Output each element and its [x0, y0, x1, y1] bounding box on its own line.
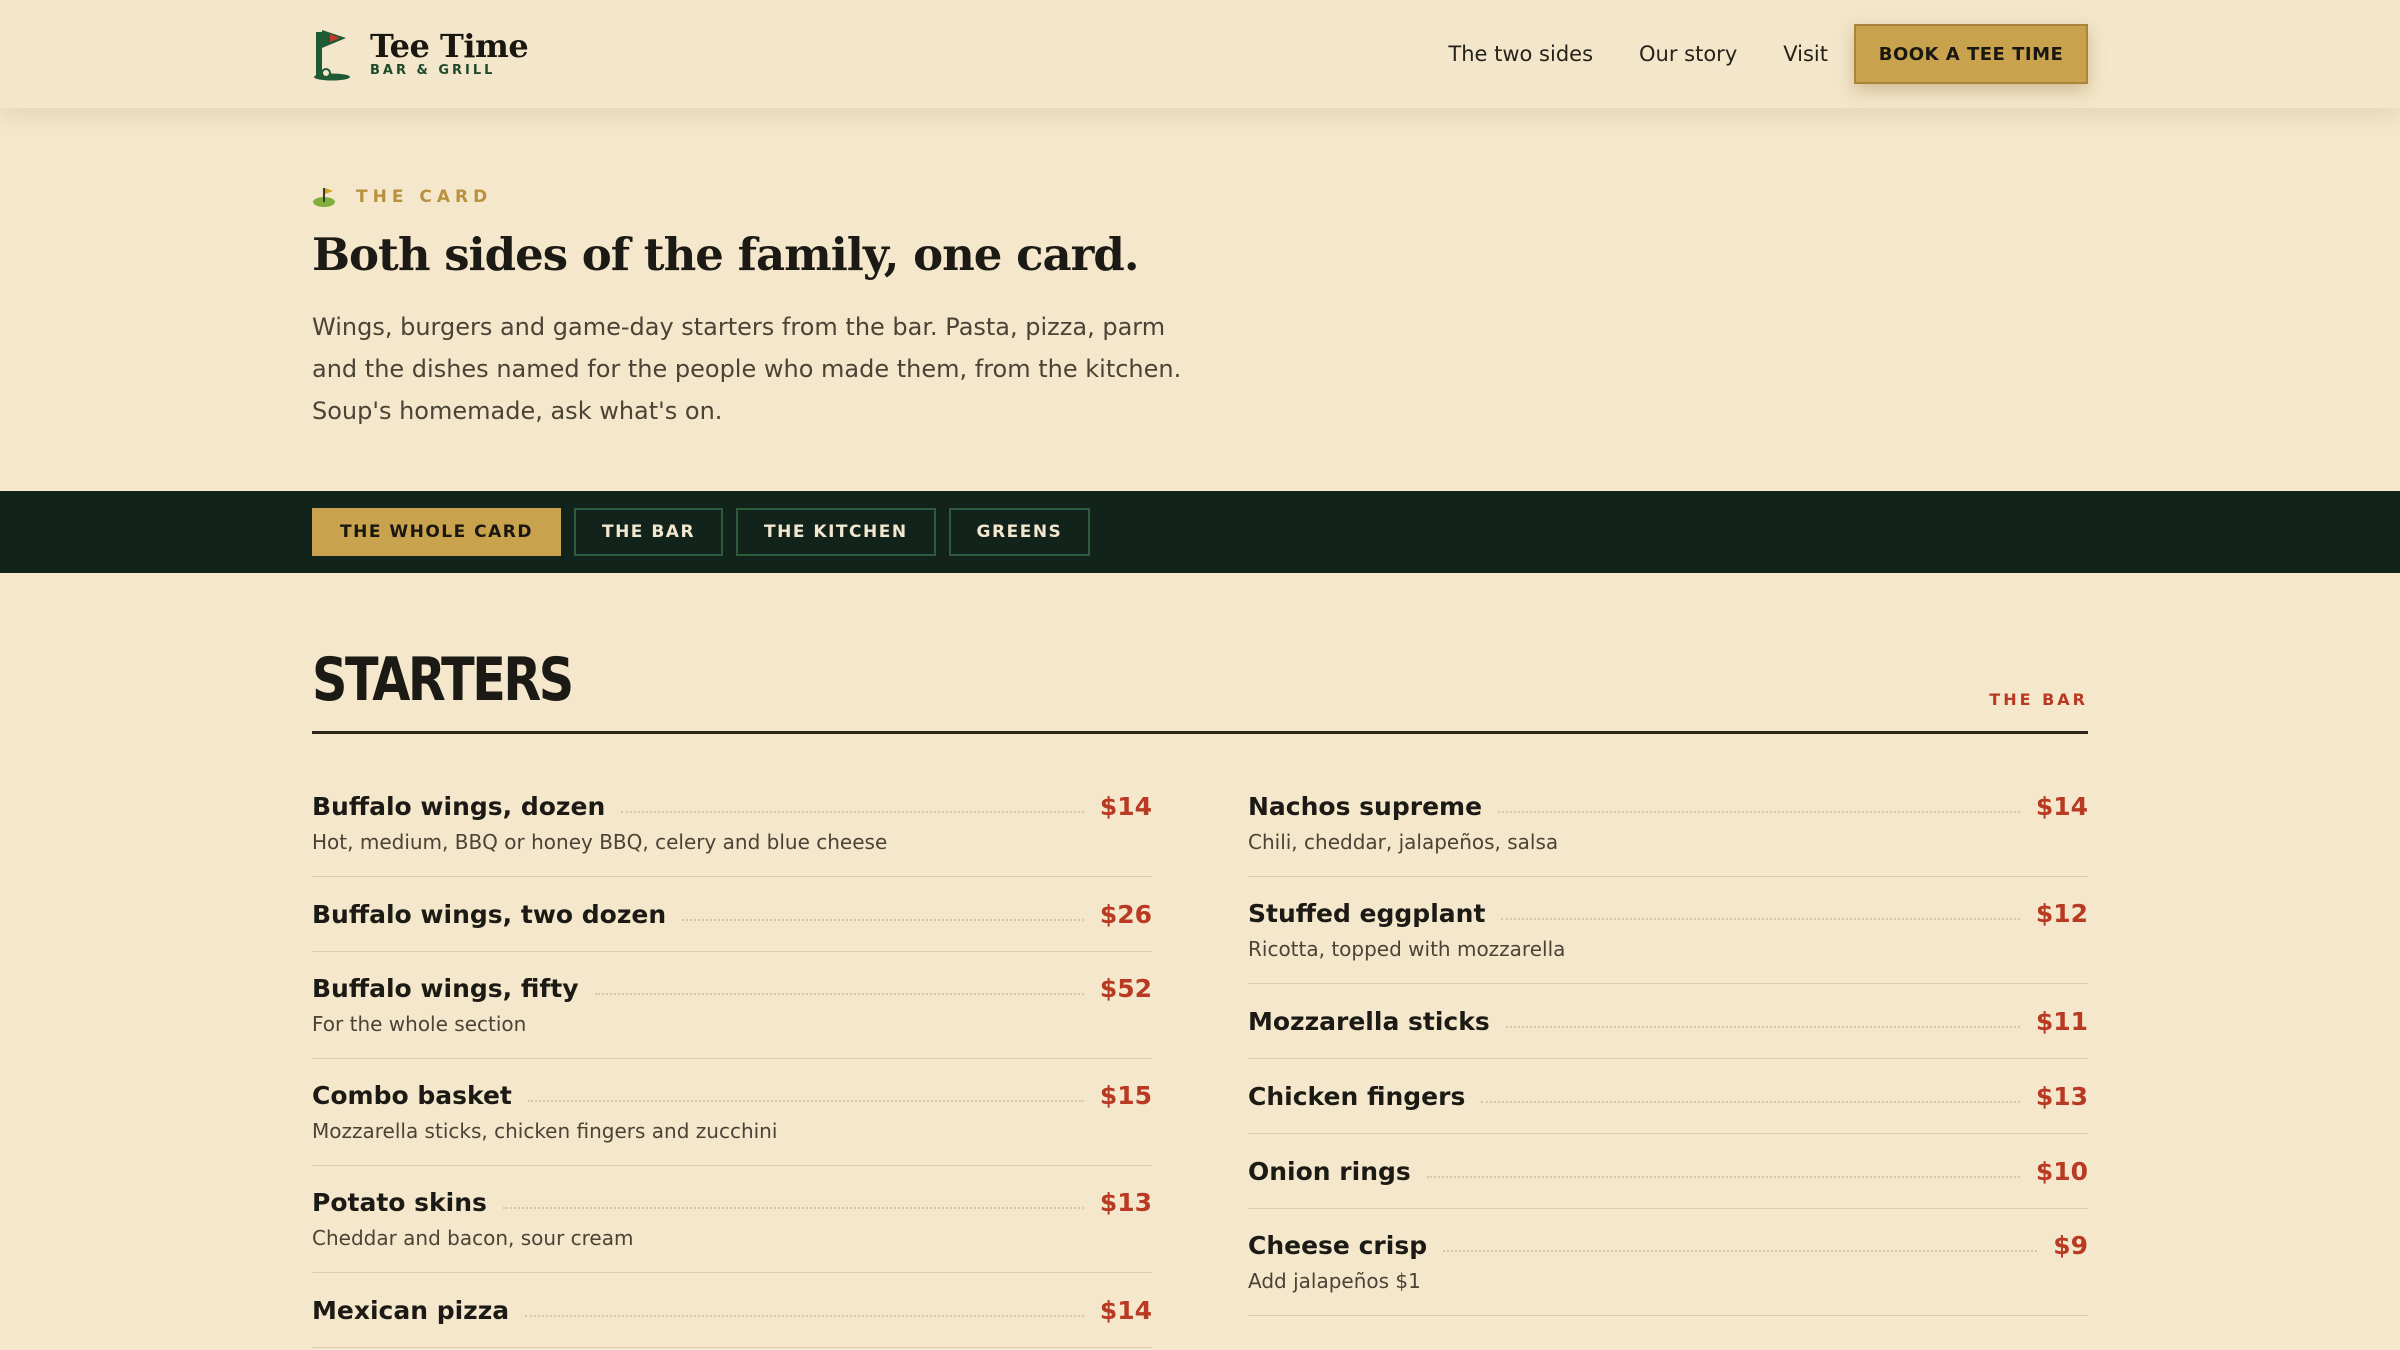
menu-item-name: Buffalo wings, fifty: [312, 973, 579, 1003]
menu-item-price: $52: [1099, 973, 1152, 1003]
menu-item-description: Cheddar and bacon, sour cream: [312, 1226, 634, 1250]
menu-item-row: Chicken fingers $13: [1248, 1059, 2088, 1133]
menu-item: Mexican pizza $14: [312, 1273, 1152, 1348]
menu-filter-bar: THE WHOLE CARD THE BAR THE KITCHEN GREEN…: [0, 491, 2400, 573]
nav-link-our-story[interactable]: Our story: [1639, 42, 1737, 66]
menu-item-price: $13: [2035, 1081, 2088, 1111]
menu-item-price: $11: [2035, 1006, 2088, 1036]
menu-item: Buffalo wings, dozen $14 Hot, medium, BBQ …: [312, 780, 1152, 877]
brand-subtitle: BAR & GRILL: [370, 63, 496, 78]
filter-greens[interactable]: GREENS: [948, 508, 1091, 556]
menu-item: Mozzarella sticks $11: [1248, 984, 2088, 1059]
menu-item-price: $10: [2035, 1156, 2088, 1186]
brand-name: Tee Time: [370, 27, 529, 65]
golf-flag-icon: [312, 26, 358, 82]
dotted-leader: [1481, 1101, 2020, 1103]
brand-logo[interactable]: Tee Time BAR & GRILL: [312, 24, 529, 84]
menu-item-name: Mozzarella sticks: [1248, 1006, 1490, 1036]
menu-item-row: Potato skins $13: [312, 1176, 1152, 1228]
menu-item-price: $12: [2035, 898, 2088, 928]
dotted-leader: [502, 1207, 1084, 1209]
menu-section-header: STARTERS THE BAR: [312, 640, 2088, 734]
menu-item-row: Mozzarella sticks $11: [1248, 984, 2088, 1058]
menu-item-row: Buffalo wings, two dozen $26: [312, 877, 1152, 951]
site-header: Tee Time BAR & GRILL The two sides Our s…: [0, 0, 2400, 108]
menu-item: Buffalo wings, fifty $52 For the whole sec…: [312, 962, 1152, 1059]
menu-item-row: Stuffed eggplant $12: [1248, 887, 2088, 939]
menu-item-row: Onion rings $10: [1248, 1134, 2088, 1208]
dotted-leader: [525, 1315, 1084, 1317]
main-nav: The two sides Our story Visit: [1448, 0, 1828, 108]
menu-item-price: $9: [2053, 1230, 2088, 1260]
dotted-leader: [1426, 1176, 2020, 1178]
section-tag: THE BAR: [1989, 690, 2088, 709]
dotted-leader: [621, 811, 1084, 813]
menu-item-name: Mexican pizza: [312, 1295, 510, 1325]
menu-column-right: Nachos supreme $14 Chili, cheddar, jalapeñ…: [1248, 770, 2088, 1316]
menu-item-row: Buffalo wings, dozen $14: [312, 780, 1152, 832]
menu-item-name: Nachos supreme: [1248, 791, 1483, 821]
menu-item-description: Chili, cheddar, jalapeños, salsa: [1248, 830, 1559, 854]
dotted-leader: [594, 993, 1084, 995]
menu-item-row: Nachos supreme $14: [1248, 780, 2088, 832]
dotted-leader: [1443, 1250, 2038, 1252]
menu-item-price: $14: [1099, 1295, 1152, 1325]
dotted-leader: [682, 919, 1084, 921]
menu-item-price: $14: [1099, 791, 1152, 821]
menu-item-description: Hot, medium, BBQ or honey BBQ, celery an…: [312, 830, 888, 854]
menu-item-price: $26: [1099, 899, 1152, 929]
nav-link-visit[interactable]: Visit: [1783, 42, 1828, 66]
menu-item-row: Buffalo wings, fifty $52: [312, 962, 1152, 1014]
menu-item-price: $13: [1099, 1187, 1152, 1217]
menu-item-name: Buffalo wings, dozen: [312, 791, 606, 821]
book-tee-time-button[interactable]: BOOK A TEE TIME: [1854, 24, 2088, 84]
filter-the-bar[interactable]: THE BAR: [573, 508, 724, 556]
dotted-leader: [1501, 918, 2020, 920]
eyebrow-label: THE CARD: [356, 187, 493, 207]
dotted-leader: [527, 1100, 1084, 1102]
nav-link-two-sides[interactable]: The two sides: [1448, 42, 1593, 66]
menu-item: Cheese crisp $9 Add jalapeños $1: [1248, 1219, 2088, 1316]
menu-item-name: Stuffed eggplant: [1248, 898, 1486, 928]
filter-the-kitchen[interactable]: THE KITCHEN: [736, 508, 936, 556]
menu-item-description: Mozzarella sticks, chicken fingers and z…: [312, 1119, 778, 1143]
menu-item: Onion rings $10: [1248, 1134, 2088, 1209]
menu-item: Nachos supreme $14 Chili, cheddar, jalapeñ…: [1248, 780, 2088, 877]
menu-item-description: For the whole section: [312, 1012, 527, 1036]
menu-item-name: Cheese crisp: [1248, 1230, 1428, 1260]
menu-item: Potato skins $13 Cheddar and bacon, sour c…: [312, 1176, 1152, 1273]
menu-item: Combo basket $15 Mozzarella sticks, chicke…: [312, 1069, 1152, 1166]
section-title: STARTERS: [312, 645, 574, 715]
dotted-leader: [1505, 1026, 2020, 1028]
menu-item-name: Chicken fingers: [1248, 1081, 1466, 1111]
page-description: Wings, burgers and game-day starters fro…: [312, 313, 1182, 425]
menu-item: Buffalo wings, two dozen $26: [312, 877, 1152, 952]
menu-item-name: Combo basket: [312, 1080, 512, 1110]
section-eyebrow: THE CARD: [312, 186, 492, 208]
menu-item: Chicken fingers $13: [1248, 1059, 2088, 1134]
golf-hole-icon: [312, 186, 336, 208]
filter-whole-card[interactable]: THE WHOLE CARD: [312, 508, 561, 556]
menu-item-name: Potato skins: [312, 1187, 487, 1217]
menu-item-name: Buffalo wings, two dozen: [312, 899, 667, 929]
menu-column-left: Buffalo wings, dozen $14 Hot, medium, BBQ …: [312, 770, 1152, 1348]
dotted-leader: [1498, 811, 2020, 813]
menu-item-row: Cheese crisp $9: [1248, 1219, 2088, 1271]
menu-item-name: Onion rings: [1248, 1156, 1411, 1186]
menu-item-description: Add jalapeños $1: [1248, 1269, 1421, 1293]
menu-item-price: $15: [1099, 1080, 1152, 1110]
menu-item-row: Combo basket $15: [312, 1069, 1152, 1121]
page-title: Both sides of the family, one card.: [312, 228, 1140, 281]
menu-item-description: Ricotta, topped with mozzarella: [1248, 937, 1566, 961]
menu-item-row: Mexican pizza $14: [312, 1273, 1152, 1347]
menu-item: Stuffed eggplant $12 Ricotta, topped with …: [1248, 887, 2088, 984]
menu-item-price: $14: [2035, 791, 2088, 821]
